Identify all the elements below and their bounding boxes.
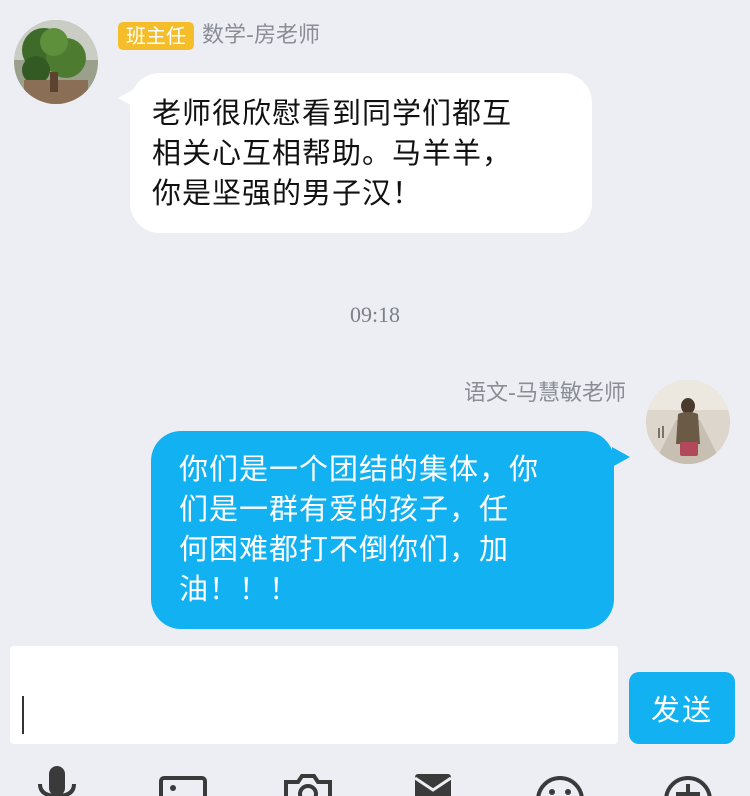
timestamp: 09:18 [349,302,401,327]
input-toolbar [0,762,750,796]
camera-icon[interactable] [278,762,338,796]
sender-name: 语文-马慧敏老师 [464,381,626,406]
microphone-icon[interactable] [28,762,88,796]
avatar-math-teacher[interactable] [14,20,98,104]
bubble-tail-right [612,447,630,467]
sender-header-left: 班主任 数学-房老师 [118,22,320,50]
plus-icon[interactable] [658,762,718,796]
role-badge: 班主任 [118,22,194,50]
sender-name: 数学-房老师 [202,23,320,48]
message-bubble-sent[interactable]: 你们是一个团结的集体，你 们是一群有爱的孩子，任 何困难都打不倒你们，加 油！！… [151,431,614,629]
emoji-icon[interactable] [530,762,590,796]
send-button[interactable]: 发送 [629,672,735,744]
message-input[interactable] [10,646,618,744]
red-packet-icon[interactable] [403,762,463,796]
avatar-chinese-teacher[interactable] [646,380,730,464]
text-caret [22,696,24,734]
image-icon[interactable] [153,762,213,796]
message-bubble-received[interactable]: 老师很欣慰看到同学们都互 相关心互相帮助。马羊羊， 你是坚强的男子汉！ [130,73,592,233]
